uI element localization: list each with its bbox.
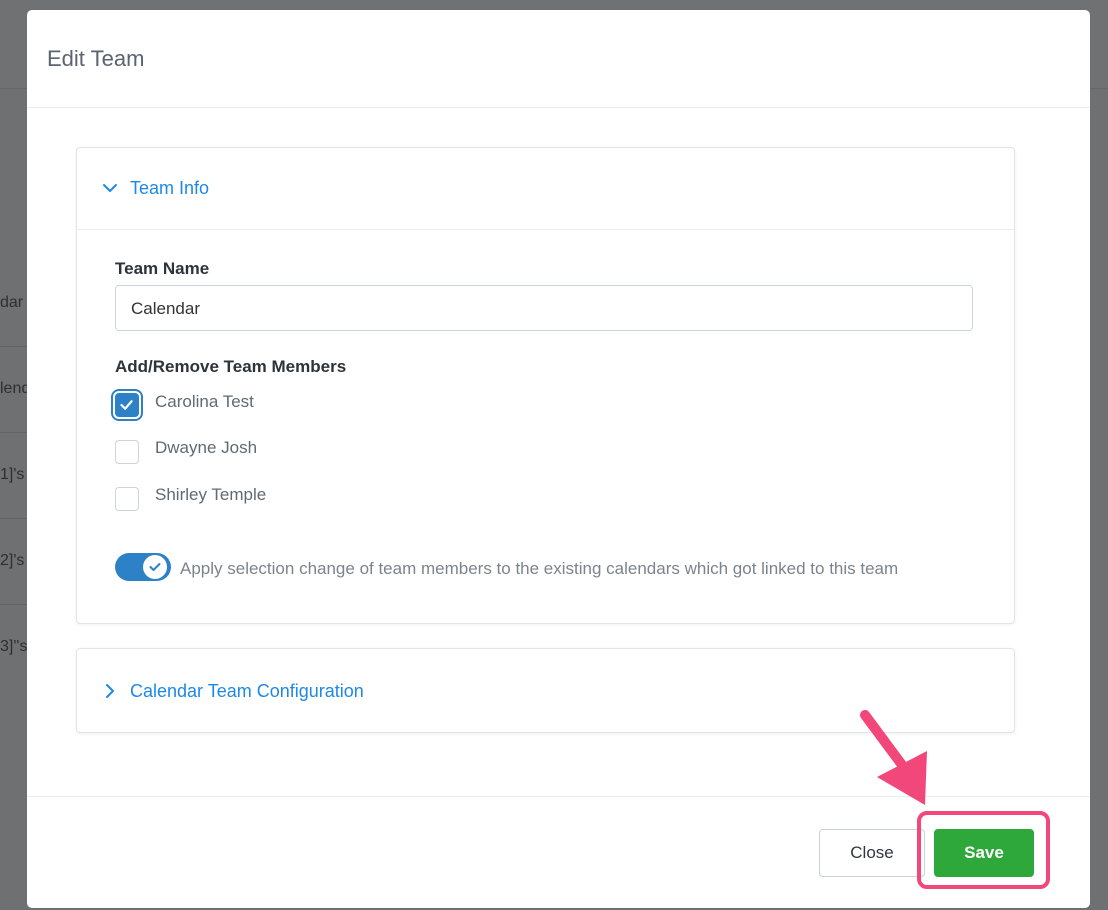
apply-changes-label: Apply selection change of team members t… xyxy=(180,559,899,578)
team-info-panel: Team Info Team Name Calendar Add/Remove … xyxy=(76,147,1015,624)
chevron-right-icon xyxy=(106,684,114,698)
member-name: Dwayne Josh xyxy=(155,438,258,457)
team-members-label: Add/Remove Team Members xyxy=(115,357,347,376)
toggle-knob xyxy=(143,555,167,579)
pointer-arrow-icon xyxy=(860,710,927,805)
save-highlight-box xyxy=(917,811,1050,889)
background-row-text: 2]'s xyxy=(0,552,25,569)
background-row-text: dar xyxy=(0,294,24,311)
member-name: Shirley Temple xyxy=(155,485,267,504)
background-divider xyxy=(0,346,30,347)
apply-changes-toggle[interactable] xyxy=(115,553,171,581)
member-checkbox[interactable] xyxy=(115,440,139,464)
background-divider xyxy=(0,604,30,605)
team-info-panel-header[interactable]: Team Info xyxy=(77,148,1014,230)
background-divider xyxy=(0,432,30,433)
calendar-config-title: Calendar Team Configuration xyxy=(130,681,364,701)
background-divider xyxy=(0,518,30,519)
member-name: Carolina Test xyxy=(155,392,254,411)
checkmark-icon xyxy=(120,400,133,410)
team-name-input[interactable]: Calendar xyxy=(115,285,973,331)
modal-header: Edit Team xyxy=(27,10,1090,108)
member-checkbox[interactable] xyxy=(115,487,139,511)
background-row-text: 3]''s xyxy=(0,638,28,655)
team-info-title: Team Info xyxy=(130,178,210,198)
modal-title: Edit Team xyxy=(47,46,145,71)
checkmark-icon xyxy=(149,563,161,571)
team-name-label: Team Name xyxy=(115,259,210,278)
close-button[interactable]: Close xyxy=(819,829,925,877)
background-row-text: 1]'s xyxy=(0,466,25,483)
background-row-text: lend xyxy=(0,380,30,397)
chevron-down-icon xyxy=(103,184,117,192)
member-checkbox[interactable] xyxy=(115,393,139,417)
